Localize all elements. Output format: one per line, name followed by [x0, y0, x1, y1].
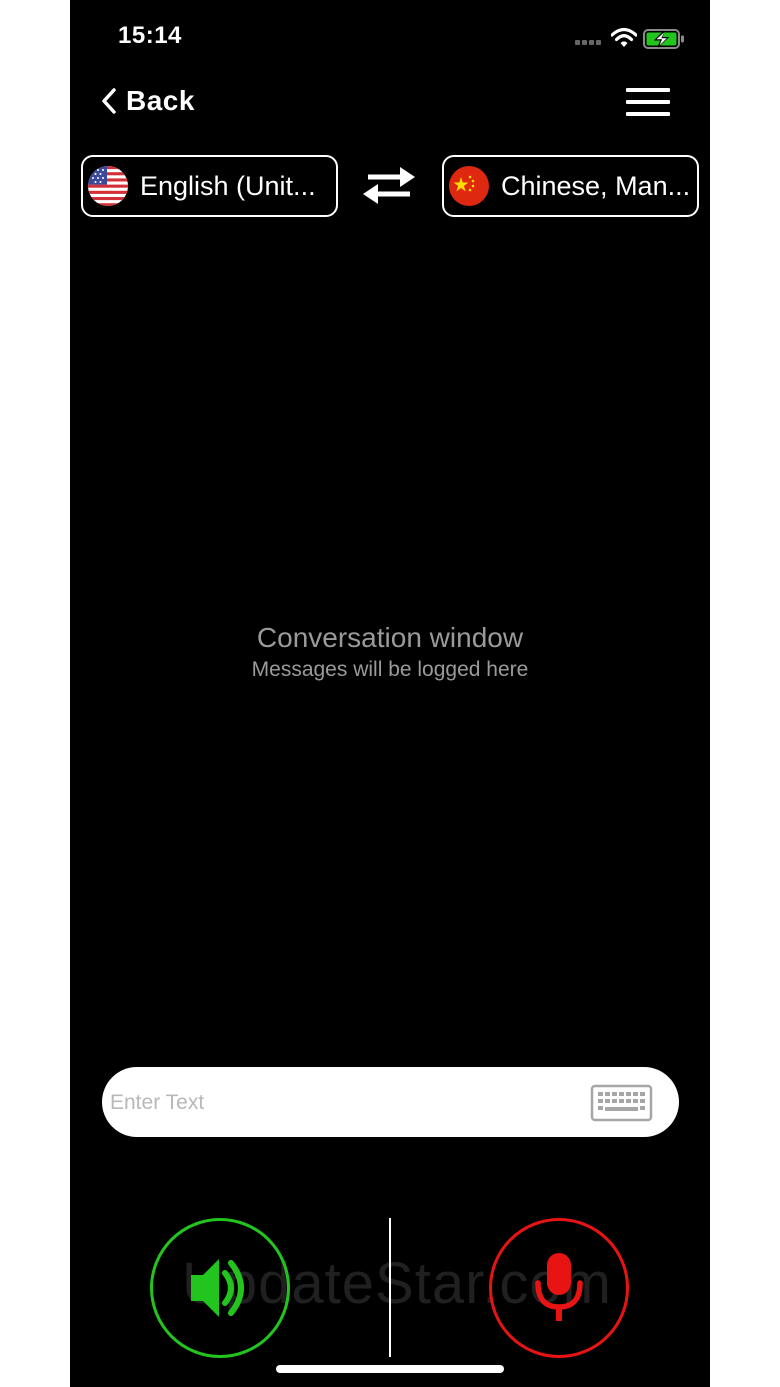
- home-indicator: [276, 1365, 504, 1373]
- wifi-icon: [611, 27, 637, 47]
- back-button[interactable]: Back: [100, 82, 195, 120]
- conversation-subtitle: Messages will be logged here: [251, 658, 529, 681]
- speaker-button[interactable]: [150, 1218, 290, 1358]
- target-language-label: Chinese, Man...: [501, 170, 691, 201]
- china-flag-icon: [449, 166, 489, 206]
- conversation-empty-state: Conversation window Messages will be log…: [70, 620, 710, 684]
- battery-charging-icon: [643, 29, 684, 49]
- app-screen: 15:14 Back English (Unit... Chinese, Man…: [70, 0, 710, 1387]
- text-input-container: [102, 1067, 679, 1137]
- source-language-label: English (Unit...: [140, 170, 316, 201]
- hamburger-menu-icon[interactable]: [622, 84, 672, 120]
- microphone-icon: [535, 1253, 583, 1321]
- speaker-icon: [191, 1259, 244, 1317]
- back-label: Back: [126, 85, 195, 116]
- status-bar: 15:14: [70, 0, 710, 80]
- source-language-button[interactable]: English (Unit...: [81, 155, 338, 217]
- signal-dots-icon: [575, 40, 605, 46]
- swap-arrows-icon[interactable]: [360, 163, 418, 207]
- conversation-title: Conversation window: [256, 622, 524, 653]
- microphone-button[interactable]: [489, 1218, 629, 1358]
- controls-divider: [389, 1218, 391, 1357]
- us-flag-icon: [88, 166, 128, 206]
- keyboard-icon[interactable]: [590, 1084, 653, 1122]
- nav-bar: Back: [70, 78, 710, 124]
- status-time: 15:14: [118, 22, 182, 49]
- chevron-left-icon: [102, 88, 116, 114]
- text-input[interactable]: [108, 1082, 582, 1124]
- target-language-button[interactable]: Chinese, Man...: [442, 155, 699, 217]
